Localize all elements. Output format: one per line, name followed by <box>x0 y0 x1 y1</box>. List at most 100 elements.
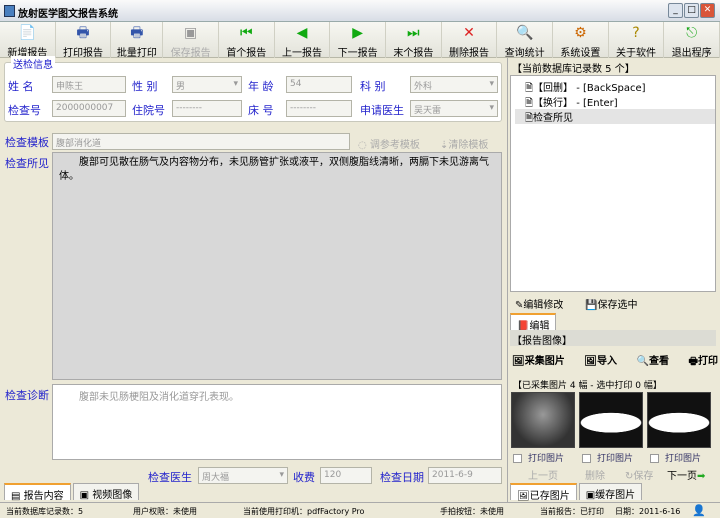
tab-label: 缓存图片 <box>595 490 636 501</box>
next-icon: ▶ <box>352 25 364 41</box>
next-page-button[interactable]: 下一页➡ <box>667 467 705 482</box>
save-selected-label: 保存选中 <box>597 300 638 311</box>
minimize-button[interactable]: _ <box>668 3 683 18</box>
tab-saved-images[interactable]: 🖼已存图片 <box>510 483 577 502</box>
age-label: 年 龄 <box>248 80 274 93</box>
image-tool-label: 打印 <box>698 356 718 367</box>
print-image-checkbox[interactable]: 打印图片 <box>513 451 564 464</box>
toolbar-label: 上一报告 <box>281 48 322 59</box>
diagnosis-textarea[interactable]: 腹部未见肠梗阻及消化道穿孔表现。 <box>52 384 502 460</box>
tree-item[interactable]: 🗎检查所见 <box>515 109 715 124</box>
toolbar-button-save[interactable]: ▣ 保存报告 <box>163 22 219 59</box>
edit-modify-button[interactable]: ✎编辑修改 <box>515 296 563 311</box>
tree-item-label: 检查所见 <box>533 113 574 124</box>
printer-icon: 🖶 <box>76 25 90 41</box>
toolbar-button-query[interactable]: 🔍 查询统计 <box>497 22 554 59</box>
date-input[interactable]: 2011-6-9 <box>428 467 502 484</box>
next-page-label: 下一页 <box>667 471 697 482</box>
toolbar-button-settings[interactable]: ⚙ 系统设置 <box>553 22 609 59</box>
phrase-tree[interactable]: 🗎【回删】 - [BackSpace] 🗎【换行】 - [Enter] 🗎检查所见 <box>510 75 716 292</box>
user-icon: 👤 <box>692 504 706 517</box>
doctor-select[interactable]: 周大福 <box>198 467 288 484</box>
close-button[interactable]: ✕ <box>700 3 715 18</box>
doctor-label: 检查医生 <box>148 471 192 484</box>
document-icon: 🗎 <box>525 113 534 124</box>
sex-select[interactable]: 男 <box>172 76 242 93</box>
tree-item-label: 【换行】 - [Enter] <box>533 98 618 109</box>
age-input[interactable]: 54 <box>286 76 352 93</box>
group-title: 送检信息 <box>11 56 55 71</box>
fee-input[interactable]: 120 <box>320 467 372 484</box>
requesting-doctor-label: 申请医生 <box>360 104 404 117</box>
toolbar-button-next[interactable]: ▶ 下一报告 <box>330 22 386 59</box>
prev-page-button[interactable]: 上一页 <box>528 467 558 482</box>
toolbar-label: 下一报告 <box>337 48 378 59</box>
toolbar-button-exit[interactable]: ⎋ 退出程序 <box>664 22 720 59</box>
fee-label: 收费 <box>293 471 315 484</box>
delete-icon: ✕ <box>463 25 475 41</box>
toolbar-button-printer[interactable]: 🖶 打印报告 <box>56 22 112 59</box>
requesting-doctor-select[interactable]: 吴天雷 <box>410 100 498 117</box>
tab-label: 视频图像 <box>92 490 133 501</box>
name-input[interactable]: 申陈王 <box>52 76 126 93</box>
maximize-button[interactable]: □ <box>684 3 699 18</box>
toolbar-button-delete[interactable]: ✕ 删除报告 <box>442 22 498 59</box>
bed-no-input[interactable]: -------- <box>286 100 352 117</box>
findings-textarea[interactable]: 腹部可见散在肠气及内容物分布，未见肠管扩张或液平，双侧腹脂线清晰，两膈下未见游离… <box>52 152 502 380</box>
print-image-checkbox[interactable]: 打印图片 <box>650 451 701 464</box>
dept-select[interactable]: 外科 <box>410 76 498 93</box>
printer-icon: 🖶 <box>130 25 144 41</box>
toolbar-label: 关于软件 <box>616 48 657 59</box>
ref-template-button[interactable]: ◌ 调参考模板 <box>358 136 420 151</box>
exam-no-label: 检查号 <box>8 104 41 117</box>
document-icon: 🗎 <box>525 83 534 94</box>
findings-label: 检查所见 <box>5 157 49 170</box>
toolbar-button-help[interactable]: ? 关于软件 <box>609 22 665 59</box>
image-tool-camera[interactable]: 🖼采集图片 <box>512 352 565 371</box>
tab-edit[interactable]: 📕编辑 <box>510 313 557 332</box>
dept-label: 科 别 <box>360 80 386 93</box>
toolbar-label: 系统设置 <box>560 48 601 59</box>
delete-image-button[interactable]: 删除 <box>585 467 605 482</box>
toolbar-label: 保存报告 <box>170 48 211 59</box>
toolbar-button-last[interactable]: ⏭ 末个报告 <box>386 22 442 59</box>
toolbar-button-first[interactable]: ⏮ 首个报告 <box>219 22 275 59</box>
print-image-label: 打印图片 <box>665 454 702 464</box>
status-printer: 当前使用打印机：pdfFactory Pro <box>243 507 365 516</box>
image-tool-printer[interactable]: 🖶打印 <box>689 352 718 371</box>
tab-label: 已存图片 <box>529 491 570 502</box>
status-hand-button: 手拍按钮：未使用 <box>440 507 504 516</box>
tree-item-label: 【回删】 - [BackSpace] <box>533 83 646 94</box>
image-tool-search[interactable]: 🔍查看 <box>637 352 669 371</box>
tab-video-images[interactable]: ▣ 视频图像 <box>72 483 140 501</box>
exam-no-input[interactable]: 2000000007 <box>52 100 126 117</box>
status-report: 当前报告：已打印 <box>540 507 604 516</box>
document-icon: 🗎 <box>525 98 534 109</box>
template-input[interactable]: 腹部消化道 <box>52 133 350 150</box>
toolbar-label: 打印报告 <box>63 48 103 59</box>
window-title: 放射医学图文报告系统 <box>18 9 118 20</box>
search-icon: 🔍 <box>636 356 649 367</box>
settings-icon: ⚙ <box>574 25 587 41</box>
first-icon: ⏮ <box>240 25 253 41</box>
tab-report-content[interactable]: ▤ 报告内容 <box>4 483 71 502</box>
toolbar-button-printer[interactable]: 🖶 批量打印 <box>111 22 164 59</box>
ct-thumbnail[interactable] <box>647 392 711 448</box>
tree-item[interactable]: 🗎【回删】 - [BackSpace] <box>515 79 715 94</box>
date-label: 检查日期 <box>380 471 424 484</box>
tree-item[interactable]: 🗎【换行】 - [Enter] <box>515 94 715 109</box>
clear-template-button[interactable]: ⇣清除模板 <box>440 136 488 151</box>
tab-cached-images[interactable]: ▣缓存图片 <box>578 483 643 501</box>
print-image-checkbox[interactable]: 打印图片 <box>582 451 633 464</box>
ct-thumbnail[interactable] <box>579 392 643 448</box>
inpatient-no-input[interactable]: -------- <box>172 100 242 117</box>
toolbar-label: 删除报告 <box>449 48 489 59</box>
image-tool-import[interactable]: 🖼导入 <box>584 352 617 371</box>
toolbar-button-prev[interactable]: ◀ 上一报告 <box>275 22 331 59</box>
save-image-button[interactable]: ↻保存 <box>625 467 653 482</box>
xray-thumbnail[interactable] <box>511 392 575 448</box>
print-image-label: 打印图片 <box>597 454 634 464</box>
clear-template-label: 清除模板 <box>448 140 489 151</box>
toolbar-button-new-report[interactable]: 📄 新增报告 <box>0 22 56 59</box>
save-selected-button[interactable]: 💾保存选中 <box>585 296 637 311</box>
